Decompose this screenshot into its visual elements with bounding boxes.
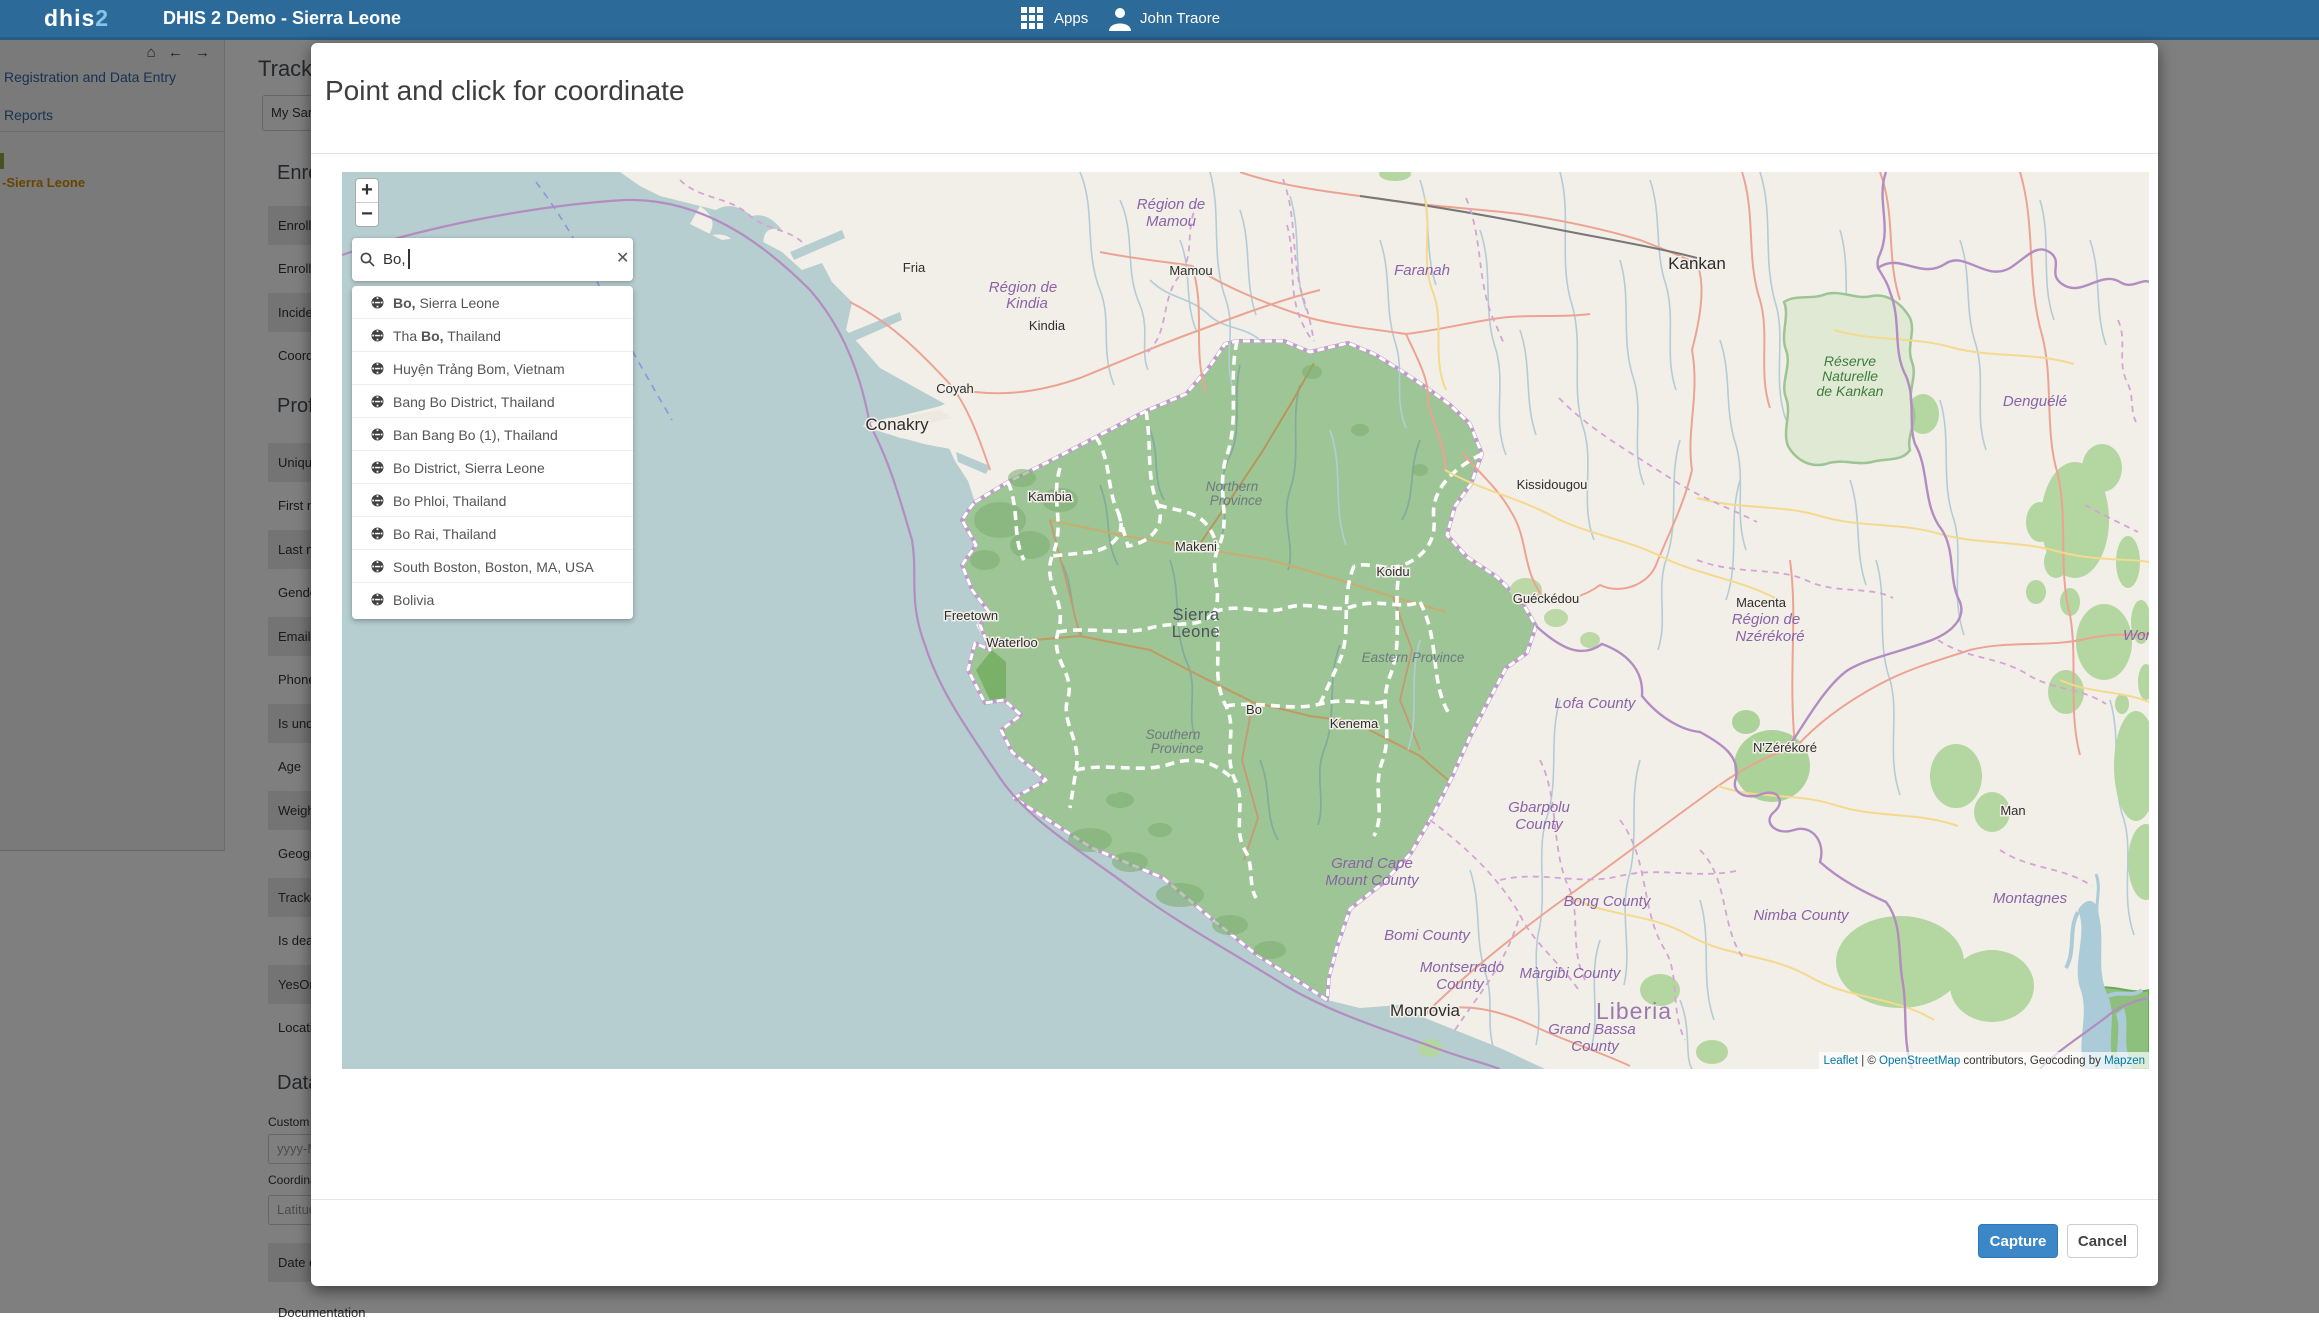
svg-text:Kankan: Kankan [1668,254,1726,273]
svg-text:Northern: Northern [1206,479,1259,494]
svg-text:County: County [1436,976,1485,993]
svg-text:Bomi County: Bomi County [1384,927,1471,944]
svg-text:Fria: Fria [903,260,926,275]
svg-text:Coyah: Coyah [936,381,974,396]
svg-text:Makeni: Makeni [1175,539,1217,554]
svg-text:Kambia: Kambia [1028,489,1073,504]
svg-text:Mount County: Mount County [1325,872,1420,889]
svg-text:Grand Cape: Grand Cape [1331,855,1413,872]
svg-text:Montserrado: Montserrado [1420,959,1504,976]
svg-text:Lofa County: Lofa County [1555,695,1637,712]
svg-text:Bong County: Bong County [1564,893,1652,910]
svg-text:Woro: Woro [2123,627,2149,644]
svg-text:Province: Province [1151,741,1204,756]
svg-text:Kindia: Kindia [1006,295,1048,312]
svg-text:Man: Man [2000,803,2025,818]
svg-text:Waterloo: Waterloo [986,635,1038,650]
svg-text:Nzérékoré: Nzérékoré [1735,628,1804,645]
svg-text:Monrovia: Monrovia [1390,1001,1460,1020]
svg-text:Southern: Southern [1146,727,1201,742]
svg-text:Naturelle: Naturelle [1822,368,1878,384]
svg-text:de Kankan: de Kankan [1817,383,1884,399]
svg-text:Conakry: Conakry [865,415,929,434]
svg-text:Réserve: Réserve [1824,353,1876,369]
svg-text:Province: Province [1210,493,1263,508]
svg-text:Macenta: Macenta [1736,595,1787,610]
svg-text:Koidu: Koidu [1376,564,1409,579]
svg-text:Bo: Bo [1246,702,1262,717]
svg-text:Leone: Leone [1172,623,1220,641]
svg-text:Région de: Région de [1137,196,1205,213]
svg-text:Gbarpolu: Gbarpolu [1508,799,1570,816]
svg-text:N'Zérékoré: N'Zérékoré [1753,740,1817,755]
svg-text:Montagnes: Montagnes [1993,890,2068,907]
svg-text:County: County [1515,816,1564,833]
svg-text:Kissidougou: Kissidougou [1517,477,1588,492]
svg-text:Denguélé: Denguélé [2003,393,2067,410]
svg-text:Faranah: Faranah [1394,262,1450,279]
svg-text:Mamou: Mamou [1146,213,1197,230]
svg-text:Mamou: Mamou [1169,263,1212,278]
svg-text:Sierra: Sierra [1172,606,1219,624]
svg-text:Kenema: Kenema [1330,716,1379,731]
svg-text:Nimba County: Nimba County [1753,907,1850,924]
svg-text:Eastern Province: Eastern Province [1362,650,1465,665]
svg-text:Freetown: Freetown [944,608,998,623]
svg-text:County: County [1571,1038,1620,1055]
svg-text:Région de: Région de [989,279,1057,296]
svg-text:Région de: Région de [1732,611,1800,628]
svg-text:Kindia: Kindia [1029,318,1066,333]
svg-text:Liberia: Liberia [1596,998,1672,1024]
svg-text:Guéckédou: Guéckédou [1513,591,1580,606]
svg-text:Màrgibi County: Màrgibi County [1520,965,1622,982]
